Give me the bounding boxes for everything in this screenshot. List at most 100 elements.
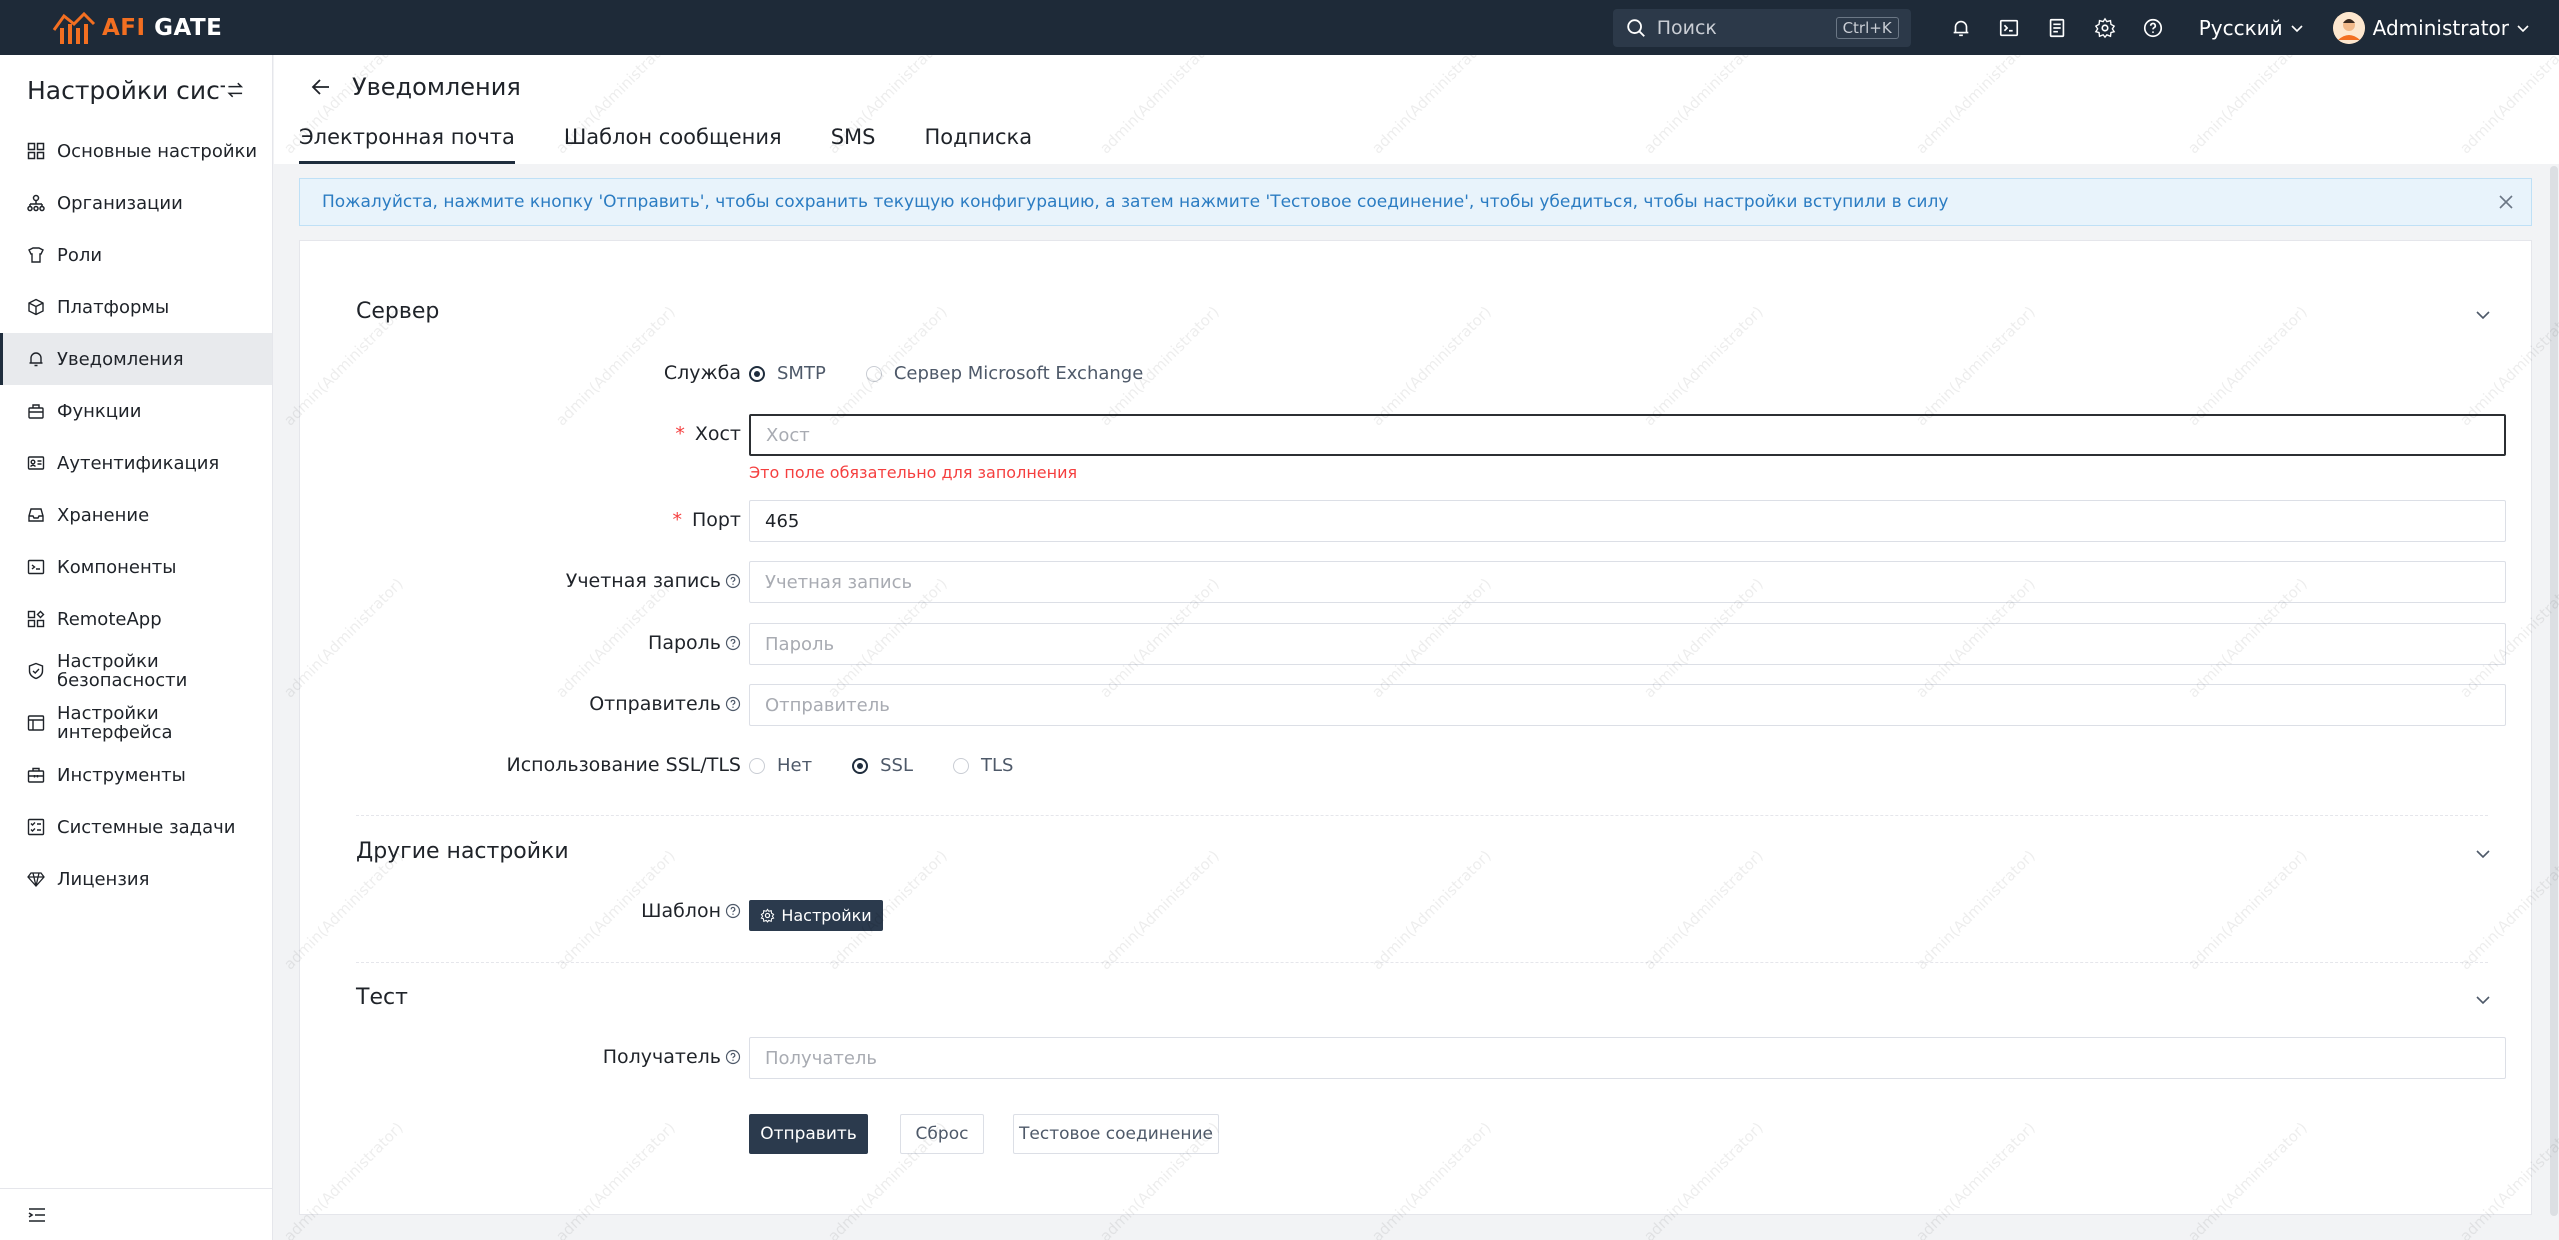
sidebar-item-label: Настройки <box>57 703 159 724</box>
sidebar-item-label: Основные настройки <box>57 140 258 162</box>
recipient-label: Получатель <box>603 1046 741 1068</box>
service-option-exchange[interactable]: Сервер Microsoft Exchange <box>865 363 1143 384</box>
sidebar-item-security[interactable]: Настройки безопасности <box>0 645 272 697</box>
alert-text: Пожалуйста, нажмите кнопку 'Отправить', … <box>322 192 1949 212</box>
sidebar-item-label: Компоненты <box>57 556 177 578</box>
divider <box>356 962 2488 963</box>
template-settings-button[interactable]: Настройки <box>749 900 883 931</box>
help-icon[interactable] <box>725 903 741 919</box>
tasks-icon <box>27 818 45 836</box>
chevron-down-icon[interactable] <box>2473 844 2493 864</box>
sidebar: Настройки сист... Основные настройки Орг… <box>0 55 273 1240</box>
terminal-icon <box>27 559 45 575</box>
settings-button[interactable] <box>2081 0 2129 55</box>
id-card-icon <box>27 456 45 470</box>
gear-icon <box>760 908 775 923</box>
avatar <box>2332 11 2365 44</box>
sidebar-collapse-button[interactable] <box>0 1188 272 1240</box>
close-icon[interactable] <box>2495 191 2517 213</box>
password-input[interactable]: Пароль <box>749 623 2506 665</box>
email-settings-form: Сервер Служба SMTP Сервер Microsoft Exch… <box>299 240 2532 1215</box>
section-title-other: Другие настройки <box>356 839 569 864</box>
scrollbar-thumb[interactable] <box>2550 166 2558 1216</box>
tickets-button[interactable] <box>2033 0 2081 55</box>
terminal-icon <box>1999 19 2018 36</box>
help-icon[interactable] <box>725 1049 741 1065</box>
sidebar-item-label: Роли <box>57 244 103 266</box>
logo-brand: AFI <box>102 14 146 41</box>
sidebar-item-license[interactable]: Лицензия <box>0 853 272 905</box>
help-icon[interactable] <box>725 573 741 589</box>
sidebar-item-basic[interactable]: Основные настройки <box>0 125 272 177</box>
sidebar-item-system-tasks[interactable]: Системные задачи <box>0 801 272 853</box>
user-name: Administrator <box>2372 15 2509 40</box>
apps-icon <box>27 610 45 628</box>
sidebar-item-organizations[interactable]: Организации <box>0 177 272 229</box>
help-button[interactable] <box>2129 0 2177 55</box>
logo[interactable]: AFI GATE <box>50 0 222 55</box>
reset-button[interactable]: Сброс <box>900 1114 984 1154</box>
help-icon[interactable] <box>725 635 741 651</box>
sidebar-item-label: Системные задачи <box>57 816 236 838</box>
global-search[interactable]: Поиск Ctrl+K <box>1612 8 1911 47</box>
sidebar-item-tools[interactable]: Инструменты <box>0 749 272 801</box>
notifications-button[interactable] <box>1937 0 1985 55</box>
sidebar-title: Настройки сист... <box>27 75 225 105</box>
search-icon <box>1626 18 1645 37</box>
tab-message-template[interactable]: Шаблон сообщения <box>564 121 782 164</box>
inbox-icon <box>28 508 44 522</box>
language-selector[interactable]: Русский <box>2199 16 2305 40</box>
user-menu[interactable]: Administrator <box>2332 11 2531 44</box>
port-input[interactable]: 465 <box>749 500 2506 542</box>
sidebar-item-notifications[interactable]: Уведомления <box>0 333 272 385</box>
sidebar-item-label: Инструменты <box>57 764 186 786</box>
sidebar-item-roles[interactable]: Роли <box>0 229 272 281</box>
cube-icon <box>28 298 44 316</box>
port-label: * Порт <box>672 509 741 531</box>
logo-icon <box>52 11 96 44</box>
ssl-option-tls[interactable]: TLS <box>953 755 1013 776</box>
user-avatar-icon <box>2332 11 2365 44</box>
search-shortcut: Ctrl+K <box>1835 16 1899 39</box>
recipient-input[interactable]: Получатель <box>749 1037 2506 1079</box>
shield-icon <box>28 662 44 680</box>
sender-input[interactable]: Отправитель <box>749 684 2506 726</box>
switch-icon[interactable] <box>225 78 246 102</box>
host-input[interactable]: Хост <box>749 414 2506 456</box>
info-alert: Пожалуйста, нажмите кнопку 'Отправить', … <box>299 178 2532 226</box>
sidebar-item-storage[interactable]: Хранение <box>0 489 272 541</box>
ssl-option-ssl[interactable]: SSL <box>852 755 913 776</box>
tab-sms[interactable]: SMS <box>831 121 876 164</box>
service-option-smtp[interactable]: SMTP <box>749 363 826 384</box>
sidebar-item-label: Настройки <box>57 651 159 672</box>
role-icon <box>28 247 44 263</box>
sidebar-item-remoteapp[interactable]: RemoteApp <box>0 593 272 645</box>
password-label: Пароль <box>648 632 741 654</box>
org-icon <box>27 194 45 212</box>
license-icon <box>27 872 45 887</box>
sidebar-item-features[interactable]: Функции <box>0 385 272 437</box>
ssl-option-none[interactable]: Нет <box>749 755 812 776</box>
top-bar: AFI GATE Поиск Ctrl+K Русский Administra… <box>0 0 2559 55</box>
chevron-down-icon[interactable] <box>2473 305 2493 325</box>
submit-button[interactable]: Отправить <box>749 1114 868 1154</box>
help-icon[interactable] <box>725 696 741 712</box>
account-input[interactable]: Учетная запись <box>749 561 2506 603</box>
sidebar-item-platforms[interactable]: Платформы <box>0 281 272 333</box>
test-connection-button[interactable]: Тестовое соединение <box>1013 1114 1219 1154</box>
function-icon <box>28 404 44 419</box>
back-arrow-icon[interactable] <box>310 76 332 98</box>
terminal-button[interactable] <box>1985 0 2033 55</box>
tab-bar: Электронная почта Шаблон сообщения SMS П… <box>299 121 1081 164</box>
sidebar-item-label: Организации <box>57 192 183 214</box>
tab-subscription[interactable]: Подписка <box>924 121 1032 164</box>
chevron-down-icon[interactable] <box>2473 990 2493 1010</box>
tab-email[interactable]: Электронная почта <box>299 121 515 164</box>
grid-icon <box>27 142 45 160</box>
toolbox-icon <box>27 767 45 783</box>
host-error: Это поле обязательно для заполнения <box>749 463 1078 482</box>
sidebar-item-components[interactable]: Компоненты <box>0 541 272 593</box>
sidebar-item-authentication[interactable]: Аутентификация <box>0 437 272 489</box>
page-title: Уведомления <box>352 73 521 101</box>
sidebar-item-interface[interactable]: Настройки интерфейса <box>0 697 272 749</box>
